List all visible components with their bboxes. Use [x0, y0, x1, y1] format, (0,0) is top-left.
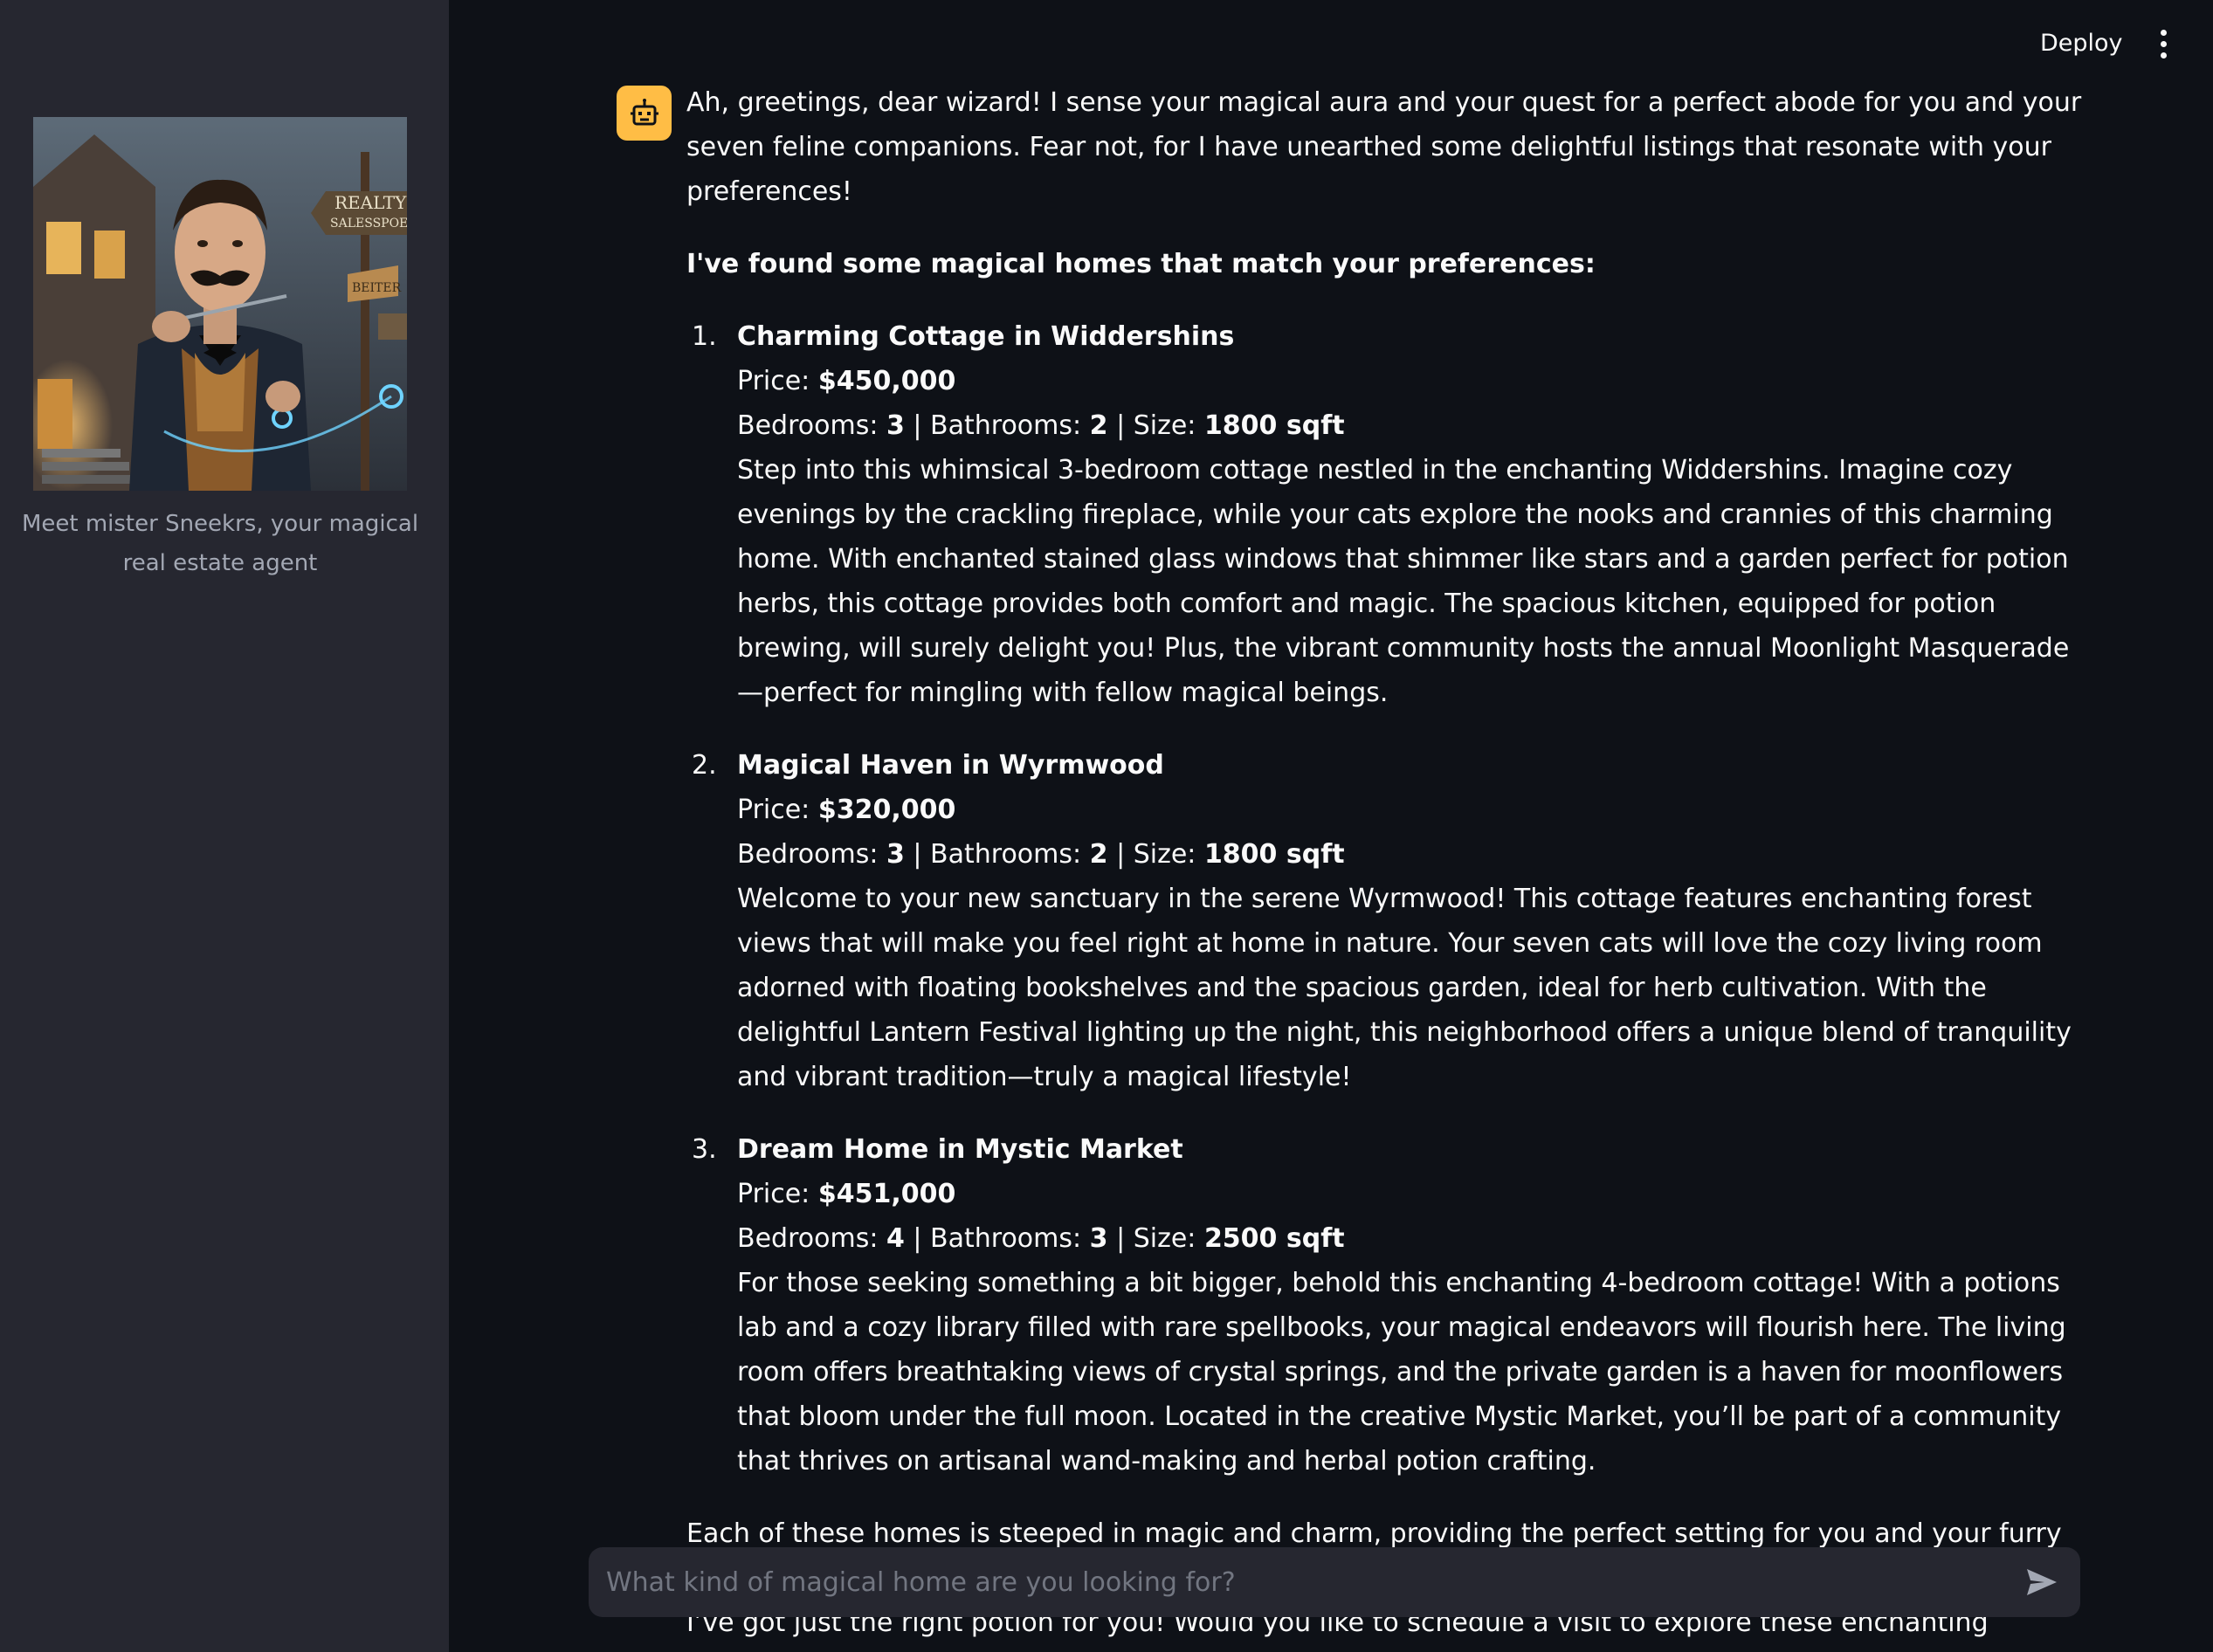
main-menu-button[interactable] — [2150, 26, 2176, 61]
svg-text:REALTY: REALTY — [334, 192, 407, 213]
svg-text:SALESSPOE: SALESSPOE — [330, 217, 407, 231]
listing-title: Magical Haven in Wyrmwood — [737, 750, 1164, 781]
listing-item: 3. Dream Home in Mystic Market Price: $4… — [686, 1127, 2084, 1483]
assistant-message: Ah, greetings, dear wizard! I sense your… — [686, 80, 2084, 1652]
listing-title: Charming Cottage in Widdershins — [737, 321, 1235, 352]
chat-input-container — [589, 1547, 2080, 1617]
listing-item: 2. Magical Haven in Wyrmwood Price: $320… — [686, 743, 2084, 1099]
svg-text:BEITER: BEITER — [352, 281, 402, 295]
chat-input[interactable] — [604, 1547, 1984, 1617]
assistant-avatar — [617, 86, 672, 141]
sidebar-caption: Meet mister Sneekrs, your magical real e… — [21, 511, 419, 576]
listing-specs: Bedrooms: 4 | Bathrooms: 3 | Size: 2500 … — [737, 1223, 1345, 1254]
listing-specs: Bedrooms: 3 | Bathrooms: 2 | Size: 1800 … — [737, 839, 1345, 870]
vertical-ellipsis-icon — [2160, 29, 2167, 36]
listing-number: 3. — [692, 1134, 717, 1165]
listing-number: 2. — [692, 750, 717, 781]
listing-description: Step into this whimsical 3-bedroom cotta… — [737, 455, 2070, 708]
send-arrow-icon — [2027, 1569, 2057, 1595]
message-heading: I've found some magical homes that match… — [686, 249, 1596, 279]
listing-price: Price: $320,000 — [737, 795, 956, 825]
app-root: REALTY SALESSPOE BEITER Meet mister Snee… — [0, 0, 2213, 1652]
deploy-button[interactable]: Deploy — [2030, 26, 2134, 61]
message-intro: Ah, greetings, dear wizard! I sense your… — [686, 87, 2082, 207]
listing-price: Price: $450,000 — [737, 366, 956, 396]
listing-number: 1. — [692, 321, 717, 352]
sidebar: REALTY SALESSPOE BEITER Meet mister Snee… — [0, 0, 449, 1652]
listing-price: Price: $451,000 — [737, 1179, 956, 1209]
listing-description: For those seeking something a bit bigger… — [737, 1268, 2066, 1476]
send-button[interactable] — [2021, 1563, 2063, 1601]
listing-description: Welcome to your new sanctuary in the ser… — [737, 884, 2072, 1092]
agent-portrait-image: REALTY SALESSPOE BEITER — [33, 117, 407, 491]
robot-icon — [630, 98, 658, 125]
listings-list: 1. Charming Cottage in Widdershins Price… — [686, 314, 2084, 1483]
listing-specs: Bedrooms: 3 | Bathrooms: 2 | Size: 1800 … — [737, 410, 1345, 441]
listing-item: 1. Charming Cottage in Widdershins Price… — [686, 314, 2084, 715]
listing-title: Dream Home in Mystic Market — [737, 1134, 1183, 1165]
